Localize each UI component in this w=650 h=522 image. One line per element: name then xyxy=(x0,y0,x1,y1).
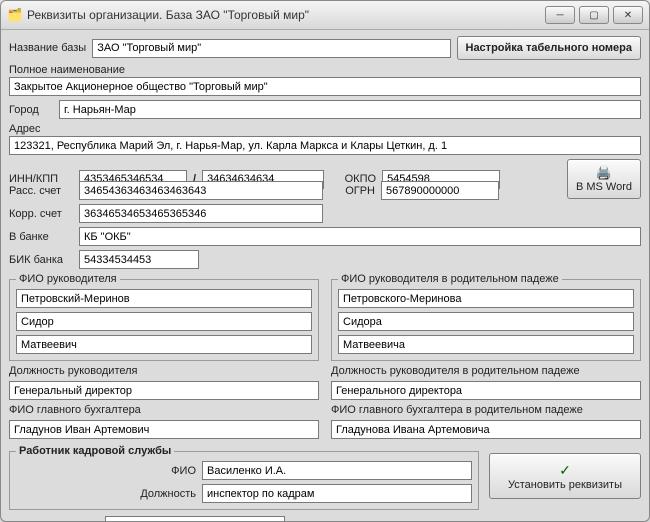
bank-input[interactable] xyxy=(79,227,641,246)
accountant-gen-label: ФИО главного бухгалтера в родительном па… xyxy=(331,404,641,416)
head-position-label: Должность руководителя xyxy=(9,365,319,377)
head-fio-fieldset: ФИО руководителя xyxy=(9,273,319,361)
full-name-label: Полное наименование xyxy=(9,64,125,76)
ogrn-input[interactable] xyxy=(381,181,499,200)
hr-legend: Работник кадровой службы xyxy=(16,445,174,457)
base-name-label: Название базы xyxy=(9,42,86,54)
window-title: Реквизиты организации. База ЗАО "Торговы… xyxy=(27,8,545,22)
msword-button-label: В MS Word xyxy=(576,181,632,193)
close-button[interactable]: ✕ xyxy=(613,6,643,24)
head-position-gen-label: Должность руководителя в родительном пад… xyxy=(331,365,641,377)
accountant-input[interactable] xyxy=(9,420,319,439)
check-icon: ✓ xyxy=(559,462,571,479)
head-name-input[interactable] xyxy=(16,312,312,331)
accountant-gen-input[interactable] xyxy=(331,420,641,439)
address-label: Адрес xyxy=(9,123,41,135)
head-fio-gen-fieldset: ФИО руководителя в родительном падеже xyxy=(331,273,641,361)
client-area: Название базы Настройка табельного номер… xyxy=(1,30,649,521)
head-position-input[interactable] xyxy=(9,381,319,400)
head-patronymic-input[interactable] xyxy=(16,335,312,354)
phone-label: Телефон/факс xyxy=(9,520,99,522)
head-name-gen-input[interactable] xyxy=(338,312,634,331)
head-patronymic-gen-input[interactable] xyxy=(338,335,634,354)
titlebar: 🗂️ Реквизиты организации. База ЗАО "Торг… xyxy=(1,1,649,30)
apply-button-label: Установить реквизиты xyxy=(508,479,622,491)
head-fio-gen-legend: ФИО руководителя в родительном падеже xyxy=(338,273,562,285)
inn-kpp-label: ИНН/КПП xyxy=(9,173,73,185)
full-name-input[interactable] xyxy=(9,77,641,96)
address-input[interactable] xyxy=(9,136,641,155)
hr-pos-label: Должность xyxy=(16,488,196,500)
okpo-label: ОКПО xyxy=(330,173,376,185)
accountant-label: ФИО главного бухгалтера xyxy=(9,404,319,416)
head-surname-gen-input[interactable] xyxy=(338,289,634,308)
hr-fieldset: Работник кадровой службы ФИО Должность xyxy=(9,445,479,510)
bank-label: В банке xyxy=(9,231,73,243)
tabnum-settings-button[interactable]: Настройка табельного номера xyxy=(457,36,642,60)
city-label: Город xyxy=(9,104,53,116)
head-fio-legend: ФИО руководителя xyxy=(16,273,120,285)
ks-input[interactable] xyxy=(79,204,323,223)
bik-label: БИК банка xyxy=(9,254,73,266)
minimize-button[interactable]: ─ xyxy=(545,6,575,24)
phone-input[interactable] xyxy=(105,516,285,521)
base-name-input[interactable] xyxy=(92,39,450,58)
head-position-gen-input[interactable] xyxy=(331,381,641,400)
hr-fio-label: ФИО xyxy=(16,465,196,477)
print-icon: 🖨️ xyxy=(596,165,612,181)
hr-pos-input[interactable] xyxy=(202,484,472,503)
maximize-button[interactable]: ▢ xyxy=(579,6,609,24)
apply-button[interactable]: ✓ Установить реквизиты xyxy=(489,453,641,499)
hr-fio-input[interactable] xyxy=(202,461,472,480)
window-controls: ─ ▢ ✕ xyxy=(545,6,643,24)
head-surname-input[interactable] xyxy=(16,289,312,308)
rs-label: Расс. счет xyxy=(9,185,73,197)
msword-button[interactable]: 🖨️ В MS Word xyxy=(567,159,641,199)
bik-input[interactable] xyxy=(79,250,199,269)
ks-label: Корр. счет xyxy=(9,208,73,220)
ogrn-label: ОГРН xyxy=(329,185,375,197)
app-icon: 🗂️ xyxy=(7,7,23,23)
rs-input[interactable] xyxy=(79,181,323,200)
window: 🗂️ Реквизиты организации. База ЗАО "Торг… xyxy=(0,0,650,522)
city-input[interactable] xyxy=(59,100,641,119)
